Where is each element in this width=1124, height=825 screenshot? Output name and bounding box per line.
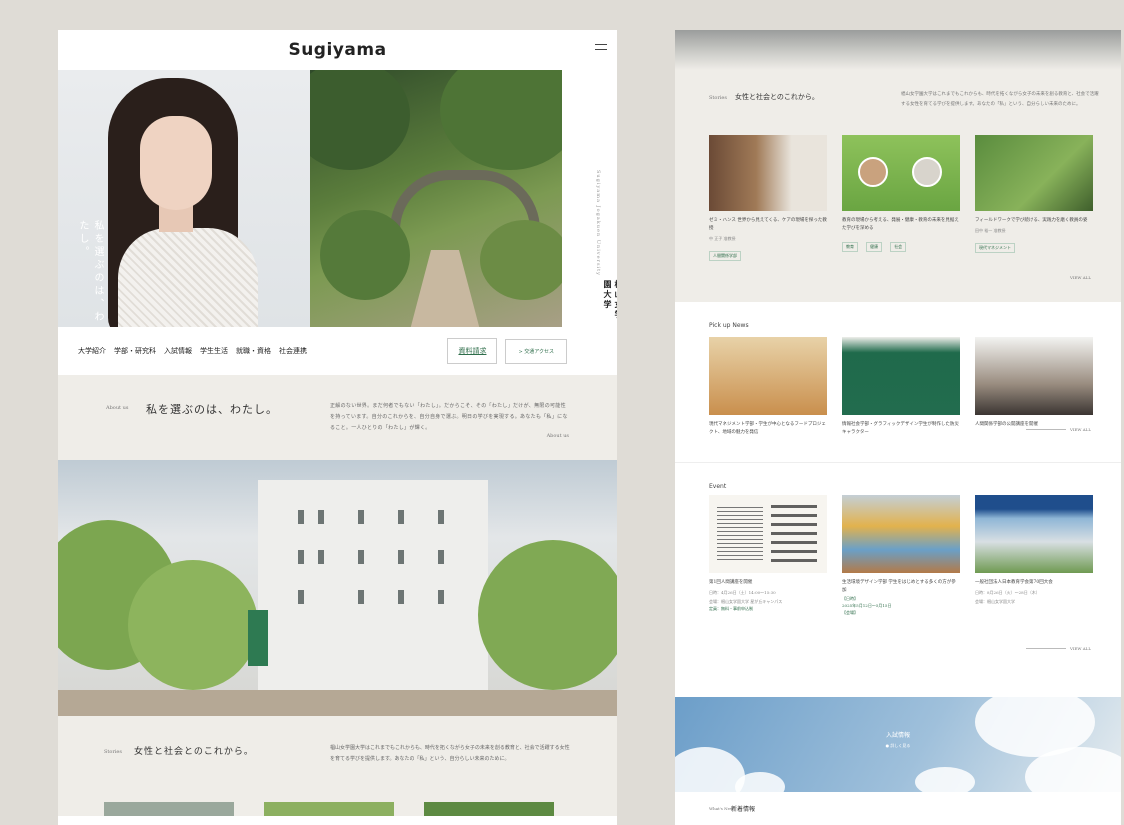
pickup-news-section: Pick up News 現代マネジメント学部・学生が中心となるフードプロジェク… <box>675 302 1121 462</box>
whats-new-section: What's New 新着情報 <box>675 792 1121 825</box>
university-name-japanese: 椙山女学園大学 <box>603 280 617 320</box>
hamburger-menu-icon[interactable] <box>595 44 607 54</box>
news-card[interactable]: 現代マネジメント学部・学生が中心となるフードプロジェクト、地域の魅力を発信 <box>709 337 827 437</box>
stories-section: Stories 女性と社会とのこれから。 椙山女学園大学はこれまでもこれからも、… <box>58 716 617 816</box>
admission-more-link[interactable]: ● 詳しく見る <box>675 743 1121 749</box>
hero-side-panel: Sugiyama Jogakuen University 椙山女学園大学 <box>562 70 617 327</box>
stories-label: Stories <box>709 95 727 101</box>
event-section: Event 第1回人間講座を開催 日時：4月26日（土）14:00〜15:30 … <box>675 462 1121 697</box>
hero-section: 私を選ぶのは、わたし。 Sugiyama Jogakuen University… <box>58 70 617 327</box>
about-us-link[interactable]: About us <box>547 433 569 439</box>
category-tag[interactable]: 健康 <box>866 242 883 252</box>
story-card[interactable]: 教育の現場から考える、発展・健康・教育の未来を見据えた学びを深める 教育 健康 … <box>842 135 960 252</box>
news-card-image <box>975 337 1093 415</box>
whats-new-title: 新着情報 <box>731 806 756 813</box>
nav-item-admissions[interactable]: 入試情報 <box>164 346 192 356</box>
news-card-image <box>709 337 827 415</box>
category-tag[interactable]: 社会 <box>890 242 907 252</box>
nav-item-student-life[interactable]: 学生生活 <box>200 346 228 356</box>
homepage-scroll-column: Stories 女性と社会とのこれから。 椙山女学園大学はこれまでもこれからも、… <box>675 30 1121 825</box>
whats-new-label: What's New <box>709 806 734 811</box>
about-title: 私を選ぶのは、わたし。 <box>146 403 278 416</box>
campus-photo-strip <box>675 30 1121 70</box>
event-card-image <box>842 495 960 573</box>
category-tag[interactable]: 現代マネジメント <box>975 243 1015 253</box>
nav-item-careers[interactable]: 就職・資格 <box>236 346 271 356</box>
story-card-thumbnail[interactable] <box>424 802 554 816</box>
event-card-image <box>709 495 827 573</box>
event-view-all-link[interactable]: VIEW ALL <box>1070 646 1091 651</box>
story-card-thumbnail[interactable] <box>264 802 394 816</box>
event-card[interactable]: 第1回人間講座を開催 日時：4月26日（土）14:00〜15:30 会場：椙山女… <box>709 495 827 612</box>
site-logo[interactable]: Sugiyama <box>288 40 386 60</box>
news-card-image <box>842 337 960 415</box>
request-materials-button[interactable]: 資料請求 <box>447 338 498 364</box>
nav-item-community[interactable]: 社会連携 <box>279 346 307 356</box>
event-card-image <box>975 495 1093 573</box>
site-header: Sugiyama <box>58 30 617 70</box>
hero-campus-photo <box>310 70 562 327</box>
main-navigation: 大学紹介 学部・研究科 入試情報 学生生活 就職・資格 社会連携 資料請求 > … <box>58 327 617 375</box>
pickup-news-title: Pick up News <box>709 322 749 329</box>
event-title: Event <box>709 483 727 490</box>
campus-building-photo <box>58 460 617 716</box>
news-card[interactable]: 情報社会学部・グラフィックデザイン学生が制作した防災キャラクター <box>842 337 960 437</box>
homepage-desktop-column: Sugiyama 私を選ぶのは、わたし。 Sugiyama Jogakuen U… <box>58 30 617 825</box>
admission-banner[interactable]: 入試情報 ● 詳しく見る <box>675 697 1121 792</box>
category-tag[interactable]: 人間関係学部 <box>709 251 741 261</box>
stories-section-detail: Stories 女性と社会とのこれから。 椙山女学園大学はこれまでもこれからも、… <box>675 70 1121 302</box>
story-card-image <box>842 135 960 211</box>
story-card-image <box>975 135 1093 211</box>
access-button[interactable]: > 交通アクセス <box>505 338 567 364</box>
hero-portrait-photo: 私を選ぶのは、わたし。 <box>58 70 310 327</box>
story-card-image <box>709 135 827 211</box>
news-card[interactable]: 人間関係学部の公開講座を開催 <box>975 337 1093 429</box>
stories-text: 椙山女学園大学はこれまでもこれからも、時代を拓くながら女子の未来を創る教育と、社… <box>901 92 1099 107</box>
university-name-english: Sugiyama Jogakuen University <box>595 170 601 276</box>
hero-catchphrase: 私を選ぶのは、わたし。 <box>77 220 103 324</box>
story-card[interactable]: ゼミ・ハンス 世界から見えてくる、ケアの現場を探った教授 中 正子 准教授 人間… <box>709 135 827 261</box>
about-section: About us 私を選ぶのは、わたし。 正解のない世界。まだ何者でもない「わた… <box>58 375 617 460</box>
about-text: 正解のない世界。まだ何者でもない「わたし」。だからこそ、その「わたし」だけが、無… <box>330 403 568 431</box>
pickup-view-all-link[interactable]: VIEW ALL <box>1070 427 1091 432</box>
nav-item-faculties[interactable]: 学部・研究科 <box>114 346 156 356</box>
story-card-thumbnail[interactable] <box>104 802 234 816</box>
event-card[interactable]: 生活環境デザイン学部 学生をはじめとする多くの方が参加 【日時】 2025年5月… <box>842 495 960 616</box>
stories-title: 女性と社会とのこれから。 <box>735 93 819 101</box>
nav-item-about[interactable]: 大学紹介 <box>78 346 106 356</box>
admission-title: 入試情報 <box>885 732 910 739</box>
story-card[interactable]: フィールドワークで学び続ける、実践力を磨く教員の姿 田中 裕一 准教授 現代マネ… <box>975 135 1093 253</box>
event-card[interactable]: 一般社団法人日本教育学会第70回大会 日時：8月26日（火）〜28日（木） 会場… <box>975 495 1093 605</box>
stories-label: Stories <box>104 749 122 755</box>
stories-title: 女性と社会とのこれから。 <box>134 747 254 757</box>
stories-text: 椙山女学園大学はこれまでもこれからも、時代を拓くながら女子の未来を創る教育と、社… <box>330 745 570 762</box>
stories-view-all-link[interactable]: VIEW ALL <box>1070 275 1091 280</box>
category-tag[interactable]: 教育 <box>842 242 858 252</box>
about-label: About us <box>106 405 129 411</box>
